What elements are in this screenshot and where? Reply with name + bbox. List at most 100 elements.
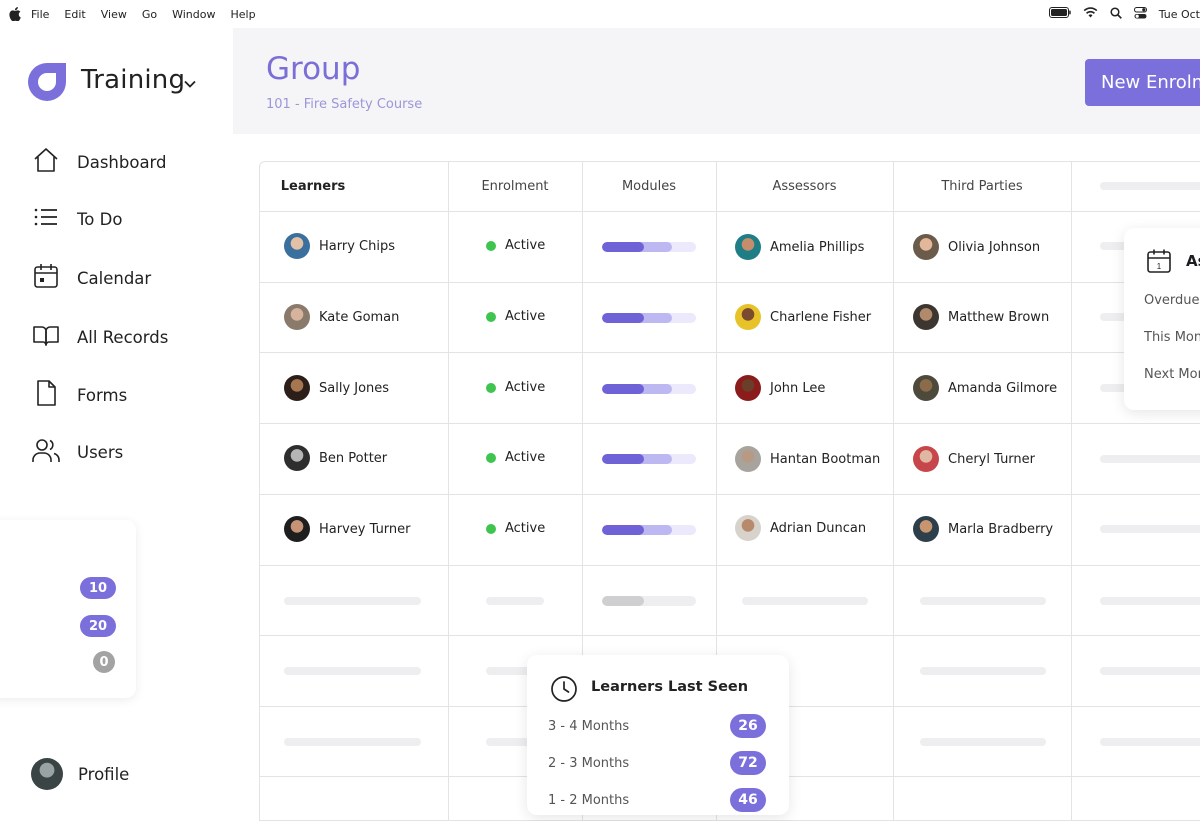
brand-title[interactable]: Training xyxy=(81,65,185,95)
assessor-cell[interactable]: Adrian Duncan xyxy=(735,515,866,541)
count-badge[interactable]: 10 xyxy=(80,577,116,599)
chevron-down-icon[interactable] xyxy=(183,74,197,88)
avatar xyxy=(913,304,939,330)
brand-logo-icon xyxy=(25,60,69,104)
sidebar-item-profile[interactable]: Profile xyxy=(31,758,129,790)
third-party-name: Cheryl Turner xyxy=(948,451,1036,467)
avatar xyxy=(284,375,310,401)
avatar xyxy=(284,516,310,542)
enrolment-status: Active xyxy=(486,450,545,465)
sidebar-item-dashboard[interactable]: Dashboard xyxy=(32,146,167,178)
enrolment-status: Active xyxy=(486,380,545,395)
third-party-cell[interactable]: Matthew Brown xyxy=(913,304,1049,330)
learner-name: Harvey Turner xyxy=(319,521,411,537)
avatar xyxy=(735,375,761,401)
count-badge[interactable]: 20 xyxy=(80,615,116,637)
column-header-third-parties[interactable]: Third Parties xyxy=(893,162,1071,211)
last-seen-label: 2 - 3 Months xyxy=(548,756,630,771)
learner-name: Kate Goman xyxy=(319,309,400,325)
row-divider xyxy=(260,565,1200,566)
spotlight-search-icon[interactable] xyxy=(1110,6,1122,22)
third-party-cell[interactable]: Olivia Johnson xyxy=(913,234,1040,260)
assessments-item[interactable]: Next Mor xyxy=(1144,367,1200,382)
list-icon xyxy=(32,203,77,235)
table-row-learner[interactable]: Kate Goman xyxy=(284,304,399,330)
assessor-cell[interactable]: John Lee xyxy=(735,375,825,401)
sidebar-item-calendar[interactable]: Calendar xyxy=(32,262,151,294)
third-party-name: Amanda Gilmore xyxy=(948,380,1058,396)
placeholder-bar xyxy=(1100,525,1200,533)
assessor-name: Adrian Duncan xyxy=(770,520,867,536)
assessments-card[interactable]: 1 As Overdue This Mon Next Mor xyxy=(1124,228,1200,410)
assessor-name: Amelia Phillips xyxy=(770,239,865,255)
enrolment-status: Active xyxy=(486,309,545,324)
placeholder-bar xyxy=(284,667,421,675)
menu-go[interactable]: Go xyxy=(142,8,157,21)
table-row-learner[interactable]: Harvey Turner xyxy=(284,516,411,542)
counts-card: 10 20 0 xyxy=(0,520,136,698)
last-seen-count[interactable]: 46 xyxy=(730,788,766,812)
third-party-cell[interactable]: Cheryl Turner xyxy=(913,446,1035,472)
column-header-enrolment[interactable]: Enrolment xyxy=(448,162,582,211)
placeholder-bar xyxy=(742,597,868,605)
assessor-cell[interactable]: Charlene Fisher xyxy=(735,304,871,330)
placeholder-bar xyxy=(920,667,1046,675)
column-divider xyxy=(893,162,894,820)
sidebar-item-label: To Do xyxy=(77,209,123,229)
svg-text:1: 1 xyxy=(1157,262,1162,271)
module-progress-bar xyxy=(602,313,696,323)
new-enrolment-button[interactable]: New Enrolm xyxy=(1085,59,1200,106)
sidebar-item-label: Forms xyxy=(77,385,128,405)
sidebar-item-all-records[interactable]: All Records xyxy=(32,321,168,353)
menu-bar: File Edit View Go Window Help Tue Oct xyxy=(0,0,1200,28)
column-header-assessors[interactable]: Assessors xyxy=(716,162,893,211)
calendar-icon xyxy=(32,262,77,294)
sidebar-item-forms[interactable]: Forms xyxy=(32,379,127,411)
third-party-cell[interactable]: Marla Bradberry xyxy=(913,516,1053,542)
placeholder-bar xyxy=(1100,738,1200,746)
menu-file[interactable]: File xyxy=(31,8,49,21)
avatar xyxy=(735,446,761,472)
control-center-icon[interactable] xyxy=(1133,6,1147,22)
column-header-learners[interactable]: Learners xyxy=(260,162,366,211)
row-divider xyxy=(260,635,1200,636)
assessor-cell[interactable]: Hantan Bootman xyxy=(735,446,880,472)
assessments-item[interactable]: This Mon xyxy=(1144,330,1200,345)
menu-view[interactable]: View xyxy=(101,8,127,21)
table-row-learner[interactable]: Ben Potter xyxy=(284,445,387,471)
wifi-icon[interactable] xyxy=(1083,7,1098,21)
module-progress-bar xyxy=(602,454,696,464)
menu-edit[interactable]: Edit xyxy=(64,8,85,21)
apple-icon[interactable] xyxy=(9,7,23,21)
home-icon xyxy=(32,146,77,178)
row-divider xyxy=(260,211,1200,212)
table-row-learner[interactable]: Harry Chips xyxy=(284,233,395,259)
battery-icon[interactable] xyxy=(1048,7,1071,21)
third-party-cell[interactable]: Amanda Gilmore xyxy=(913,375,1057,401)
learner-name: Ben Potter xyxy=(319,450,388,466)
sidebar-item-todo[interactable]: To Do xyxy=(32,203,122,235)
column-header-modules[interactable]: Modules xyxy=(582,162,716,211)
avatar xyxy=(913,234,939,260)
avatar xyxy=(913,516,939,542)
progress-primary xyxy=(602,525,644,535)
table-row-learner[interactable]: Sally Jones xyxy=(284,375,389,401)
sidebar-item-users[interactable]: Users xyxy=(32,436,123,468)
status-dot-icon xyxy=(486,382,496,393)
assessments-item[interactable]: Overdue xyxy=(1144,293,1200,308)
last-seen-count[interactable]: 72 xyxy=(730,751,766,775)
column-header-placeholder xyxy=(1100,182,1200,190)
count-badge[interactable]: 0 xyxy=(93,651,115,673)
sidebar-item-label: Profile xyxy=(78,764,130,784)
status-label: Active xyxy=(505,380,546,395)
progress-primary xyxy=(602,313,644,323)
module-progress-bar xyxy=(602,242,696,252)
menu-help[interactable]: Help xyxy=(230,8,255,21)
assessor-cell[interactable]: Amelia Phillips xyxy=(735,234,864,260)
placeholder-bar xyxy=(920,597,1046,605)
sidebar-item-label: Calendar xyxy=(77,268,152,288)
page-subtitle: 101 - Fire Safety Course xyxy=(266,97,423,112)
status-label: Active xyxy=(505,521,546,536)
menu-window[interactable]: Window xyxy=(172,8,215,21)
last-seen-count[interactable]: 26 xyxy=(730,714,766,738)
